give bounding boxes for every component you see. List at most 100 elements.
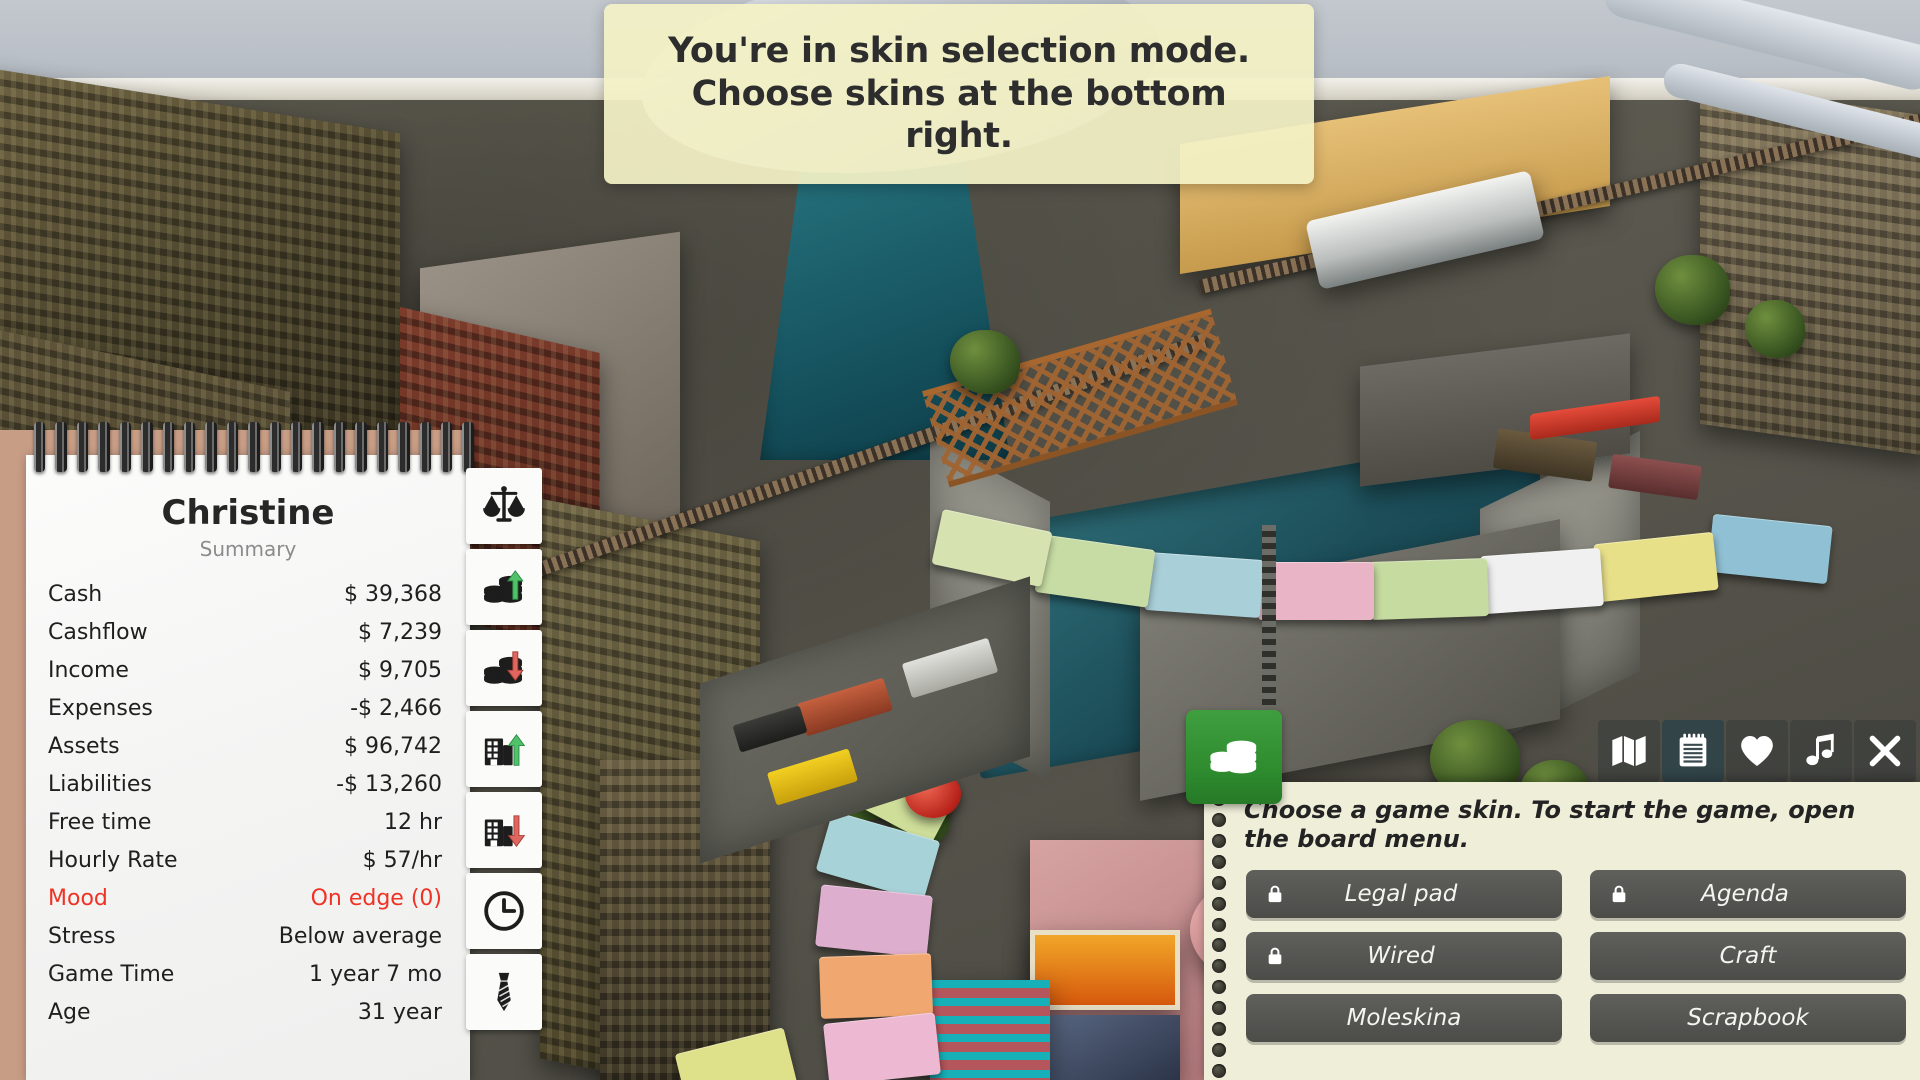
sidebar-item-summary[interactable] <box>466 468 542 544</box>
summary-stat-value: $ 9,705 <box>358 657 442 683</box>
tree <box>950 330 1020 394</box>
toolbar-button-notepad[interactable] <box>1662 720 1724 782</box>
summary-stat-row: Hourly Rate $ 57/hr <box>48 841 442 879</box>
board-tile <box>1707 513 1833 585</box>
skin-list-clip: Legal pad Agenda Wired Craft Moleskina Scrapb… <box>1204 782 1920 1080</box>
summary-stat-row: Income $ 9,705 <box>48 651 442 689</box>
summary-stat-label: Liabilities <box>48 771 152 797</box>
mode-tooltip-banner: You're in skin selection mode. Choose sk… <box>604 4 1314 185</box>
tree <box>1745 300 1805 358</box>
summary-stat-row: Liabilities -$ 13,260 <box>48 765 442 803</box>
building-teal-stripes <box>930 980 1050 1080</box>
mode-tooltip-text: You're in skin selection mode. Choose sk… <box>668 31 1250 157</box>
summary-stat-value: 12 hr <box>384 809 442 835</box>
board-tile <box>823 1012 941 1080</box>
skin-option-label: Wired <box>1367 943 1435 969</box>
sidebar-item-income[interactable] <box>466 549 542 625</box>
billboard-poster <box>1030 1015 1180 1080</box>
summary-tab-strip[interactable] <box>466 468 542 1030</box>
panel-subtitle: Summary <box>199 537 297 561</box>
summary-stat-label: Assets <box>48 733 120 759</box>
skin-selection-panel: Choose a game skin. To start the game, o… <box>1186 710 1920 1080</box>
coins-icon <box>1210 740 1257 774</box>
board-tile <box>1144 552 1264 618</box>
skin-option-label: Craft <box>1719 943 1777 969</box>
notepad-icon <box>1679 733 1707 767</box>
skin-option-label: Legal pad <box>1344 881 1458 907</box>
summary-stat-label: Hourly Rate <box>48 847 178 873</box>
lock-icon-wrap <box>1264 945 1286 967</box>
summary-stat-value: $ 96,742 <box>344 733 442 759</box>
lock-icon <box>1612 885 1626 903</box>
tree <box>1655 255 1730 325</box>
panel-toolbar <box>1187 714 1920 788</box>
skin-option-label: Agenda <box>1701 881 1789 907</box>
billboard-orange <box>1030 930 1180 1010</box>
summary-stat-row: Free time 12 hr <box>48 803 442 841</box>
currency-tab-button[interactable] <box>1186 710 1282 804</box>
skin-option-grid: Legal pad Agenda Wired Craft Moleskina Scrapb… <box>1246 870 1906 1042</box>
summary-stat-value: -$ 2,466 <box>350 695 442 721</box>
skin-option-button[interactable]: Craft <box>1590 932 1906 980</box>
board-tile <box>815 884 933 958</box>
summary-stat-label: Game Time <box>48 961 175 987</box>
sidebar-item-expenses[interactable] <box>466 630 542 706</box>
summary-stat-row: Stress Below average <box>48 917 442 955</box>
music-icon <box>1806 733 1834 766</box>
summary-stat-label: Cash <box>48 581 103 607</box>
summary-stat-row: Assets $ 96,742 <box>48 727 442 765</box>
skin-option-label: Moleskina <box>1346 1005 1462 1031</box>
toolbar-button-music[interactable] <box>1790 720 1852 782</box>
summary-stat-value: $ 39,368 <box>344 581 442 607</box>
close-icon <box>1869 735 1901 767</box>
summary-stat-row: Age 31 year <box>48 993 442 1031</box>
summary-stat-label: Age <box>48 999 91 1025</box>
skin-option-button[interactable]: Scrapbook <box>1590 994 1906 1042</box>
lock-icon-wrap <box>1608 883 1630 905</box>
sidebar-item-liabilities[interactable] <box>466 792 542 868</box>
summary-stat-row: Mood On edge (0) <box>48 879 442 917</box>
map-icon <box>1612 736 1646 766</box>
radio-mast <box>1262 525 1276 705</box>
character-summary-notepad: Christine Summary Cash $ 39,368 Cashflow $ … <box>0 422 474 1080</box>
sidebar-item-job[interactable] <box>466 954 542 1030</box>
lock-icon <box>1268 947 1282 965</box>
lock-icon <box>1268 885 1282 903</box>
summary-stat-label: Stress <box>48 923 116 949</box>
summary-stat-row: Expenses -$ 2,466 <box>48 689 442 727</box>
summary-stat-label: Expenses <box>48 695 153 721</box>
balance-scale-icon <box>483 486 525 522</box>
skin-option-button[interactable]: Agenda <box>1590 870 1906 918</box>
building-down-icon <box>484 815 526 848</box>
summary-stat-label: Cashflow <box>48 619 148 645</box>
summary-stat-value: On edge (0) <box>310 885 442 911</box>
summary-stat-value: $ 57/hr <box>362 847 442 873</box>
toolbar-button-close[interactable] <box>1854 720 1916 782</box>
building-up-icon <box>484 734 526 766</box>
skin-option-button[interactable]: Wired <box>1246 932 1562 980</box>
summary-stat-value: $ 7,239 <box>358 619 442 645</box>
necktie-icon <box>497 972 512 1012</box>
toolbar-button-map[interactable] <box>1598 720 1660 782</box>
summary-stat-row: Cashflow $ 7,239 <box>48 613 442 651</box>
sidebar-item-time[interactable] <box>466 873 542 949</box>
skin-option-button[interactable]: Legal pad <box>1246 870 1562 918</box>
summary-stat-value: -$ 13,260 <box>336 771 442 797</box>
summary-stat-row: Cash $ 39,368 <box>48 575 442 613</box>
sidebar-item-assets[interactable] <box>466 711 542 787</box>
board-tile <box>1369 557 1489 621</box>
summary-stat-row: Game Time 1 year 7 mo <box>48 955 442 993</box>
summary-stat-value: 1 year 7 mo <box>309 961 442 987</box>
summary-stat-value: Below average <box>278 923 442 949</box>
coins-up-icon <box>484 570 524 603</box>
toolbar-button-health[interactable] <box>1726 720 1788 782</box>
clock-icon <box>484 891 524 931</box>
skin-panel-sheet: Choose a game skin. To start the game, o… <box>1204 782 1920 1080</box>
skin-option-button[interactable]: Moleskina <box>1246 994 1562 1042</box>
character-name: Christine <box>161 493 335 533</box>
notepad-paper: Christine Summary Cash $ 39,368 Cashflow $ … <box>26 455 470 1080</box>
lock-icon-wrap <box>1264 883 1286 905</box>
skin-option-label: Scrapbook <box>1687 1005 1809 1031</box>
coins-down-icon <box>484 651 524 684</box>
notepad-spiral-binding <box>34 422 474 474</box>
